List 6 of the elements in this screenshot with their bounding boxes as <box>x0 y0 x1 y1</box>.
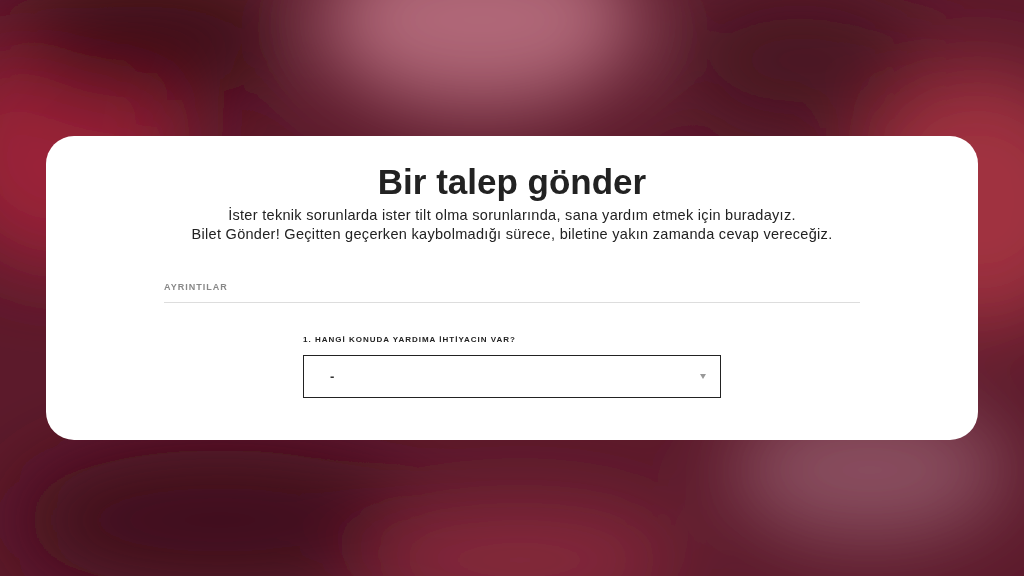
topic-dropdown[interactable]: - <box>303 355 721 398</box>
page-title: Bir talep gönder <box>377 162 647 202</box>
caret-icon <box>700 374 706 379</box>
intro-text: İster teknik sorunlarda ister tilt olma sorunlarında, sana yardım etmek için buradayız. Bilet Gönder! Geçitten geçerken kaybolmadığı sürece, biletine yakın zamanda cevap vereceğiz. <box>191 206 833 244</box>
question-label: 1. HANGİ KONUDA YARDIMA İHTİYACIN VAR? <box>303 335 517 344</box>
section-heading: AYRINTILAR <box>164 282 228 292</box>
